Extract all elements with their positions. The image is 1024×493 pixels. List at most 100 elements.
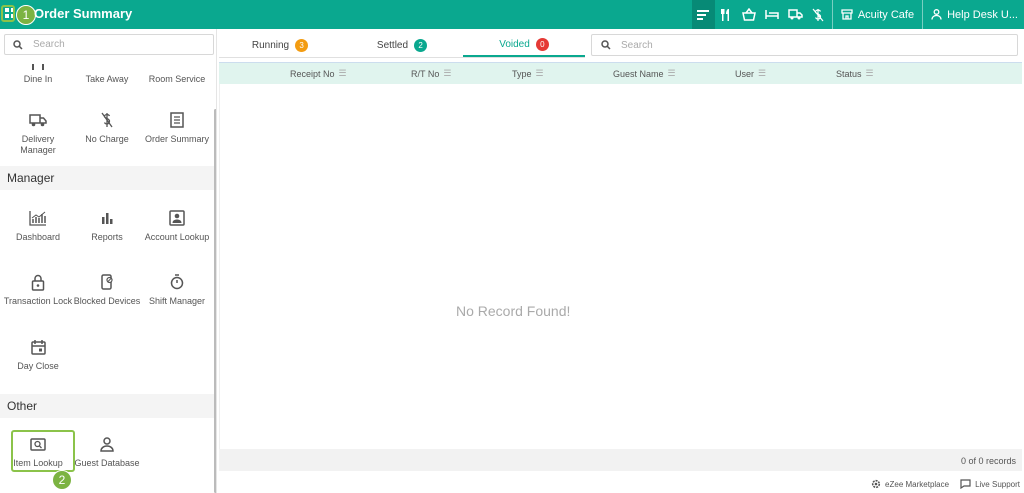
tab-label: Running [251, 40, 290, 51]
sidebar-scrollbar[interactable] [214, 109, 216, 493]
sort-icon: ☰ [667, 68, 676, 78]
sidebar-item-label: Take Away [85, 74, 129, 84]
take-away-nav[interactable] [738, 0, 761, 29]
sidebar-item-label: Transaction Lock [3, 296, 73, 306]
step-badge-1: 1 [16, 5, 36, 25]
outlet-name: Acuity Cafe [857, 8, 915, 21]
section-header-other: Other [0, 394, 214, 418]
sidebar-search-input[interactable] [33, 39, 193, 50]
sidebar-item-account-lookup[interactable]: Account Lookup [142, 209, 212, 243]
sidebar-item-label: Order Summary [144, 134, 209, 144]
table-header: Receipt No ☰ R/T No ☰ Type ☰ Guest Name ☰ Us… [219, 62, 1022, 84]
account-card-icon [169, 210, 185, 226]
user-name: Help Desk U... [947, 8, 1018, 21]
sidebar-item-label: Delivery Manager [20, 134, 56, 155]
column-status[interactable]: Status ☰ [836, 68, 874, 79]
sort-icon: ☰ [865, 68, 874, 78]
take-away-icon [72, 64, 142, 70]
dashboard-chart-icon [29, 211, 46, 226]
sidebar-item-no-charge[interactable]: No Charge [72, 111, 142, 145]
tab-settled[interactable]: Settled 2 [341, 34, 463, 57]
step-badge-2: 2 [52, 470, 72, 490]
sidebar-item-blocked-devices[interactable]: Blocked Devices [72, 273, 142, 307]
sidebar-item-dashboard[interactable]: Dashboard [3, 209, 73, 243]
sidebar-item-order-summary[interactable]: Order Summary [142, 111, 212, 145]
status-tabs: Running 3 Settled 2 Voided 0 [219, 34, 585, 58]
tab-voided[interactable]: Voided 0 [463, 34, 585, 57]
order-summary-icon [697, 9, 710, 20]
top-nav-icons: Acuity Cafe Help Desk U... [691, 0, 1024, 29]
sidebar-item-shift-manager[interactable]: Shift Manager [142, 273, 212, 307]
sidebar-item-take-away[interactable]: Take Away [72, 64, 142, 85]
calendar-icon [30, 340, 46, 355]
column-type[interactable]: Type ☰ [512, 68, 544, 79]
no-charge-icon [812, 8, 824, 21]
record-count: 0 of 0 records [960, 456, 1016, 466]
tab-count-badge: 3 [295, 39, 309, 52]
blocked-device-icon [101, 274, 113, 290]
sort-icon: ☰ [758, 68, 767, 78]
dine-in-icon [3, 64, 73, 70]
dine-in-nav[interactable] [715, 0, 738, 29]
table-body: No Record Found! [219, 84, 1022, 449]
top-bar: 1 Order Summary Acuity Cafe Help Desk U.… [0, 0, 1024, 29]
lock-icon [31, 274, 45, 291]
sidebar-item-day-close[interactable]: Day Close [3, 338, 73, 372]
sidebar-item-label: Room Service [148, 74, 206, 84]
highlight-item-lookup [11, 430, 75, 472]
marketplace-link[interactable]: eZee Marketplace [871, 479, 949, 489]
tab-label: Settled [376, 40, 409, 51]
sidebar: Dine In Take Away Room Service Delivery … [0, 29, 217, 493]
order-search [591, 34, 1018, 56]
bottom-links: eZee Marketplace Live Support [865, 479, 1020, 489]
outlet-selector[interactable]: Acuity Cafe [835, 0, 920, 29]
tab-count-badge: 0 [535, 38, 549, 51]
sidebar-item-dine-in[interactable]: Dine In [3, 64, 73, 85]
user-menu[interactable]: Help Desk U... [925, 0, 1024, 29]
delivery-nav[interactable] [784, 0, 807, 29]
chat-icon [960, 479, 971, 489]
order-search-input[interactable] [621, 39, 1001, 51]
store-icon [841, 9, 853, 20]
sidebar-item-guest-database[interactable]: Guest Database [72, 435, 142, 469]
search-icon [601, 40, 611, 50]
dine-in-icon [721, 8, 730, 21]
no-charge-icon [101, 112, 113, 128]
sidebar-item-delivery-manager[interactable]: Delivery Manager [3, 111, 73, 156]
sidebar-search [4, 34, 214, 55]
truck-icon [29, 113, 47, 126]
order-summary-nav[interactable] [691, 0, 715, 29]
column-guest-name[interactable]: Guest Name ☰ [613, 68, 676, 79]
sidebar-item-label: Blocked Devices [73, 296, 141, 306]
empty-state-message: No Record Found! [456, 303, 571, 319]
section-header-manager: Manager [0, 166, 214, 190]
room-service-icon [142, 64, 212, 70]
column-user[interactable]: User ☰ [735, 68, 766, 79]
live-support-link[interactable]: Live Support [960, 479, 1020, 489]
room-service-nav[interactable] [761, 0, 784, 29]
sidebar-item-transaction-lock[interactable]: Transaction Lock [3, 273, 73, 307]
sidebar-item-room-service[interactable]: Room Service [142, 64, 212, 85]
sidebar-item-label: No Charge [85, 134, 129, 144]
column-rt-no[interactable]: R/T No ☰ [411, 68, 451, 79]
tab-label: Voided [499, 39, 530, 50]
sort-icon: ☰ [535, 68, 544, 78]
highlight-menu-button [1, 5, 15, 22]
sort-icon: ☰ [338, 68, 347, 78]
sidebar-item-reports[interactable]: Reports [72, 209, 142, 243]
sidebar-item-label: Account Lookup [144, 232, 210, 242]
sidebar-item-label: Reports [91, 232, 123, 242]
sidebar-item-label: Guest Database [74, 458, 140, 468]
sidebar-item-label: Dine In [23, 74, 53, 84]
tab-count-badge: 2 [414, 39, 428, 52]
column-receipt-no[interactable]: Receipt No ☰ [290, 68, 347, 79]
no-charge-nav[interactable] [807, 0, 830, 29]
user-icon [931, 9, 942, 20]
sidebar-item-label: Dashboard [15, 232, 61, 242]
document-icon [170, 112, 184, 128]
page-title: Order Summary [34, 6, 133, 21]
tab-running[interactable]: Running 3 [219, 34, 341, 57]
take-away-icon [742, 8, 757, 21]
sidebar-item-label: Day Close [17, 361, 59, 371]
bar-chart-icon [102, 213, 113, 224]
